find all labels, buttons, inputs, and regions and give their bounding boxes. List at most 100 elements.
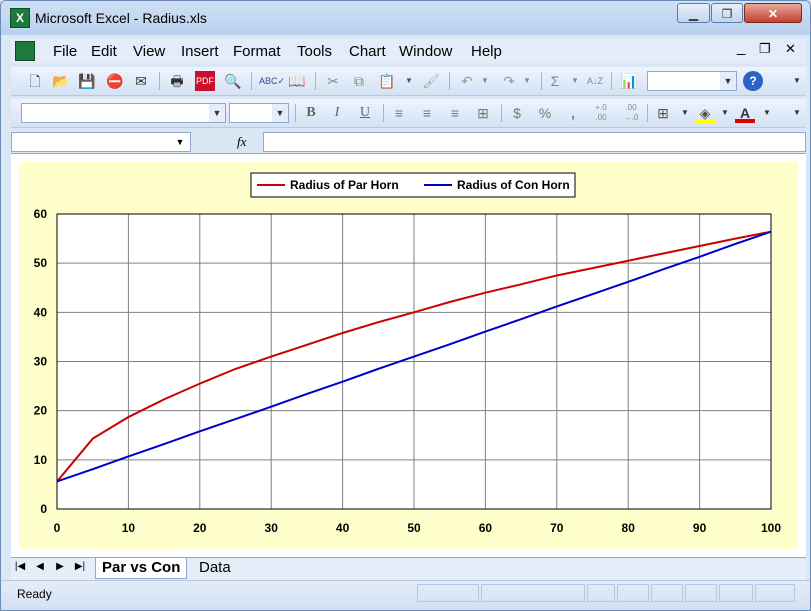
next-sheet-button[interactable]: ▶ [53, 561, 67, 572]
x-tick-label: 40 [336, 521, 350, 535]
toolbar-separator [501, 104, 502, 122]
decrease-decimal-button[interactable]: .00 →.0 [619, 103, 643, 123]
status-panel [755, 584, 795, 602]
prev-sheet-button[interactable]: ◀ [33, 561, 47, 572]
new-icon[interactable]: 🗋 [25, 71, 45, 91]
restore-button[interactable]: ❐ [711, 3, 743, 23]
doc-minimize-button[interactable]: _ [737, 39, 745, 56]
align-right-icon[interactable]: ≡ [445, 103, 465, 123]
fill-color-icon[interactable]: ◈ [695, 103, 715, 123]
borders-dropdown-icon[interactable]: ▼ [675, 103, 695, 123]
title-bar[interactable]: X Microsoft Excel - Radius.xls ▁ ❐ ✕ [1, 1, 810, 35]
x-tick-label: 60 [479, 521, 493, 535]
font-combo[interactable]: ▼ [21, 103, 226, 123]
chart-area[interactable]: 0 10 20 30 40 50 60 70 80 90 100 0 10 20 30 40 50 60 Radiu… [19, 162, 798, 549]
copy-icon[interactable]: ⧉ [349, 71, 369, 91]
redo-dropdown-icon[interactable]: ▼ [517, 71, 537, 91]
tab-data[interactable]: Data [193, 558, 237, 578]
menu-insert[interactable]: Insert [181, 43, 219, 60]
merge-center-icon[interactable]: ⊞ [473, 103, 493, 123]
menu-tools[interactable]: Tools [297, 43, 332, 60]
help-icon[interactable]: ? [743, 71, 763, 91]
minimize-button[interactable]: ▁ [677, 3, 710, 23]
align-left-icon[interactable]: ≡ [389, 103, 409, 123]
workbook-icon[interactable] [15, 41, 35, 61]
menu-chart[interactable]: Chart [349, 43, 386, 60]
status-panel [651, 584, 683, 602]
borders-icon[interactable]: ⊞ [653, 103, 673, 123]
increase-decimal-button[interactable]: +.0 .00 [589, 103, 613, 123]
x-tick-label: 70 [550, 521, 564, 535]
fill-color-dropdown-icon[interactable]: ▼ [715, 103, 735, 123]
format-painter-icon[interactable]: 🖌 [421, 71, 441, 91]
toolbar-options-icon[interactable]: ▼ [787, 71, 807, 91]
close-button[interactable]: ✕ [744, 3, 802, 23]
chevron-down-icon[interactable]: ▼ [272, 104, 288, 122]
doc-close-button[interactable]: ✕ [785, 41, 796, 57]
undo-icon[interactable]: ↶ [457, 71, 477, 91]
chevron-down-icon[interactable]: ▼ [209, 104, 225, 122]
x-tick-label: 50 [407, 521, 421, 535]
sheet-tabs-bar: |◀ ◀ ▶ ▶| Par vs Con Data [11, 557, 806, 580]
underline-button[interactable]: U [355, 103, 375, 123]
y-tick-label: 0 [40, 502, 47, 516]
permission-icon[interactable]: ⛔ [105, 71, 125, 91]
cut-icon[interactable]: ✂ [323, 71, 343, 91]
tab-par-vs-con[interactable]: Par vs Con [95, 558, 188, 579]
excel-window: X Microsoft Excel - Radius.xls ▁ ❐ ✕ Fil… [0, 0, 811, 611]
undo-dropdown-icon[interactable]: ▼ [475, 71, 495, 91]
percent-button[interactable]: % [535, 103, 555, 123]
spelling-icon[interactable]: ABC✓ [259, 71, 285, 91]
line-chart[interactable]: 0 10 20 30 40 50 60 70 80 90 100 0 10 20 30 40 50 60 Radiu… [19, 162, 798, 549]
email-icon[interactable]: ✉ [131, 71, 151, 91]
x-tick-label: 30 [265, 521, 279, 535]
align-center-icon[interactable]: ≡ [417, 103, 437, 123]
redo-icon[interactable]: ↷ [499, 71, 519, 91]
x-tick-label: 0 [54, 521, 61, 535]
print-icon[interactable]: 🖶 [167, 71, 187, 91]
status-bar: Ready [1, 580, 810, 610]
status-panel [417, 584, 479, 602]
autosum-icon[interactable]: Σ [545, 71, 565, 91]
open-icon[interactable]: 📂 [51, 71, 71, 91]
menu-format[interactable]: Format [233, 43, 281, 60]
first-sheet-button[interactable]: |◀ [13, 561, 27, 572]
bold-button[interactable]: B [301, 103, 321, 123]
save-icon[interactable]: 💾 [77, 71, 97, 91]
menu-edit[interactable]: Edit [91, 43, 117, 60]
currency-button[interactable]: $ [507, 103, 527, 123]
font-size-combo[interactable]: ▼ [229, 103, 289, 123]
zoom-combo[interactable]: ▼ [647, 71, 737, 91]
autosum-dropdown-icon[interactable]: ▼ [565, 71, 585, 91]
print-preview-icon[interactable]: 🔍 [223, 71, 243, 91]
menu-help[interactable]: Help [471, 43, 502, 60]
status-text: Ready [17, 587, 52, 601]
sort-icon[interactable]: A↓Z [585, 71, 605, 91]
last-sheet-button[interactable]: ▶| [73, 561, 87, 572]
font-color-icon[interactable]: A [735, 103, 755, 123]
doc-restore-button[interactable]: ❐ [759, 41, 771, 57]
chevron-down-icon[interactable]: ▼ [170, 133, 190, 151]
formula-input[interactable] [263, 132, 806, 152]
x-tick-label: 20 [193, 521, 207, 535]
insert-function-button[interactable]: fx [237, 134, 246, 150]
y-tick-label: 30 [34, 355, 48, 369]
research-icon[interactable]: 📖 [287, 71, 307, 91]
chevron-down-icon[interactable]: ▼ [720, 72, 736, 90]
menu-file[interactable]: File [53, 43, 77, 60]
font-color-dropdown-icon[interactable]: ▼ [757, 103, 777, 123]
comma-button[interactable]: , [563, 103, 583, 123]
legend-label: Radius of Par Horn [290, 178, 399, 192]
toolbar-separator [383, 104, 384, 122]
toolbar-options-icon[interactable]: ▼ [787, 103, 807, 123]
excel-app-icon[interactable]: X [10, 8, 30, 28]
menu-window[interactable]: Window [399, 43, 452, 60]
chart-wizard-icon[interactable]: 📊 [619, 71, 639, 91]
paste-icon[interactable]: 📋 [377, 71, 397, 91]
menu-view[interactable]: View [133, 43, 165, 60]
pdf-icon[interactable]: PDF [195, 71, 215, 91]
italic-button[interactable]: I [327, 103, 347, 123]
toolbar-separator [647, 104, 648, 122]
paste-dropdown-icon[interactable]: ▼ [399, 71, 419, 91]
name-box[interactable]: ▼ [11, 132, 191, 152]
